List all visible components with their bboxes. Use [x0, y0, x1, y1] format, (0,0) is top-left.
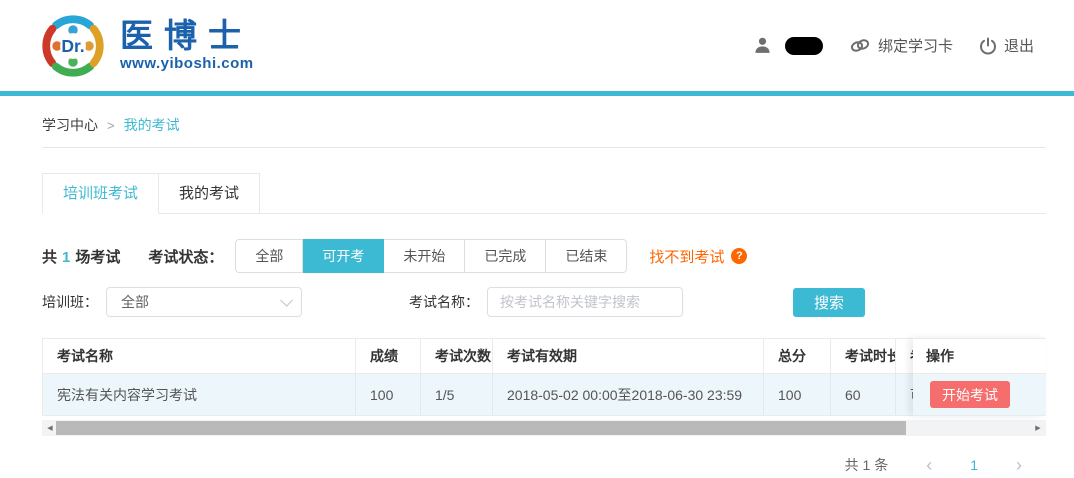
- class-select-value: 全部: [121, 292, 280, 312]
- fixed-col-action-header: 操作: [913, 338, 1046, 374]
- col-total-score: 总分: [764, 339, 831, 373]
- pagination-total: 共 1 条: [845, 455, 889, 475]
- cannot-find-exam-link[interactable]: 找不到考试: [649, 246, 724, 267]
- exam-name-label: 考试名称：: [409, 292, 479, 312]
- pagination: 共 1 条 ‹ 1 ›: [42, 455, 1046, 475]
- brand-name: 医博士: [120, 19, 254, 53]
- start-exam-button[interactable]: 开始考试: [930, 381, 1010, 408]
- tab-bar: 培训班考试 我的考试: [42, 173, 1046, 214]
- cell-score: 100: [356, 374, 421, 415]
- exam-table: 考试名称 成绩 考试次数 考试有效期 总分 考试时长 考试状态 操作 宪法有关内…: [42, 338, 1046, 436]
- logo[interactable]: Dr. 医博士 www.yiboshi.com: [40, 13, 254, 79]
- power-icon: [979, 37, 997, 55]
- fixed-col-action-cell: 开始考试: [913, 374, 1046, 416]
- status-open-button[interactable]: 可开考: [303, 239, 384, 273]
- fixed-action-column: 操作 开始考试: [913, 338, 1046, 416]
- user-icon: [753, 36, 772, 55]
- page: Dr. 医博士 www.yiboshi.com: [0, 0, 1074, 478]
- brand-website: www.yiboshi.com: [120, 55, 254, 72]
- status-ended-button[interactable]: 已结束: [546, 239, 627, 273]
- table-header-row: 考试名称 成绩 考试次数 考试有效期 总分 考试时长 考试状态 操作: [43, 338, 1046, 374]
- user-account[interactable]: [753, 36, 823, 55]
- divider: [42, 147, 1046, 148]
- chevron-down-icon: [280, 294, 293, 307]
- exam-count-text: 共1场考试: [42, 246, 120, 267]
- pagination-next-icon[interactable]: ›: [1016, 458, 1022, 472]
- pagination-prev-icon[interactable]: ‹: [926, 458, 932, 472]
- status-filter-row: 共1场考试 考试状态： 全部 可开考 未开始 已完成 已结束 找不到考试 ?: [42, 239, 1046, 273]
- scrollbar-thumb[interactable]: [56, 421, 906, 435]
- cell-duration: 60: [831, 374, 896, 415]
- cell-valid-period: 2018-05-02 00:00至2018-06-30 23:59: [493, 374, 764, 415]
- pagination-page-1[interactable]: 1: [970, 457, 978, 473]
- status-not-started-button[interactable]: 未开始: [384, 239, 465, 273]
- breadcrumb: 学习中心 > 我的考试: [42, 96, 1046, 135]
- cell-total-score: 100: [764, 374, 831, 415]
- col-duration: 考试时长: [831, 339, 896, 373]
- status-completed-button[interactable]: 已完成: [465, 239, 546, 273]
- breadcrumb-current[interactable]: 我的考试: [124, 115, 180, 135]
- cell-attempts: 1/5: [421, 374, 493, 415]
- scroll-right-icon[interactable]: ▶: [1030, 420, 1046, 436]
- table-scroll-area: 考试名称 成绩 考试次数 考试有效期 总分 考试时长 考试状态 操作 宪法有关内…: [42, 338, 1046, 416]
- exam-name-input[interactable]: [487, 287, 683, 317]
- col-exam-name: 考试名称: [43, 339, 356, 373]
- col-attempts: 考试次数: [421, 339, 493, 373]
- search-button[interactable]: 搜索: [793, 288, 865, 317]
- breadcrumb-home[interactable]: 学习中心: [42, 115, 98, 135]
- col-valid-period: 考试有效期: [493, 339, 764, 373]
- cell-exam-name: 宪法有关内容学习考试: [43, 374, 356, 415]
- username-redacted: [785, 37, 823, 55]
- exam-count: 1: [57, 249, 75, 266]
- status-button-group: 全部 可开考 未开始 已完成 已结束: [235, 239, 627, 273]
- logout-label: 退出: [1004, 35, 1034, 56]
- bind-card-label: 绑定学习卡: [878, 35, 953, 56]
- search-filter-row: 培训班： 全部 考试名称： 搜索: [42, 287, 1046, 317]
- logo-text: 医博士 www.yiboshi.com: [120, 19, 254, 72]
- logout-button[interactable]: 退出: [979, 35, 1034, 56]
- status-filter-label: 考试状态：: [148, 246, 223, 267]
- bind-card-link[interactable]: 绑定学习卡: [849, 35, 953, 56]
- help-icon[interactable]: ?: [731, 248, 747, 264]
- svg-text:Dr.: Dr.: [61, 36, 84, 56]
- col-score: 成绩: [356, 339, 421, 373]
- class-select[interactable]: 全部: [106, 287, 302, 317]
- tab-my-exams[interactable]: 我的考试: [159, 173, 260, 214]
- link-icon: [849, 37, 871, 54]
- dr-logo-icon: Dr.: [40, 13, 106, 79]
- horizontal-scrollbar[interactable]: ◀ ▶: [42, 420, 1046, 436]
- status-all-button[interactable]: 全部: [235, 239, 303, 273]
- top-header: Dr. 医博士 www.yiboshi.com: [0, 0, 1074, 91]
- breadcrumb-separator: >: [107, 118, 115, 133]
- tab-training-class-exams[interactable]: 培训班考试: [42, 173, 159, 214]
- class-filter-label: 培训班：: [42, 292, 98, 312]
- table-row: 宪法有关内容学习考试 100 1/5 2018-05-02 00:00至2018…: [43, 374, 1046, 416]
- header-nav: 绑定学习卡 退出: [753, 35, 1034, 56]
